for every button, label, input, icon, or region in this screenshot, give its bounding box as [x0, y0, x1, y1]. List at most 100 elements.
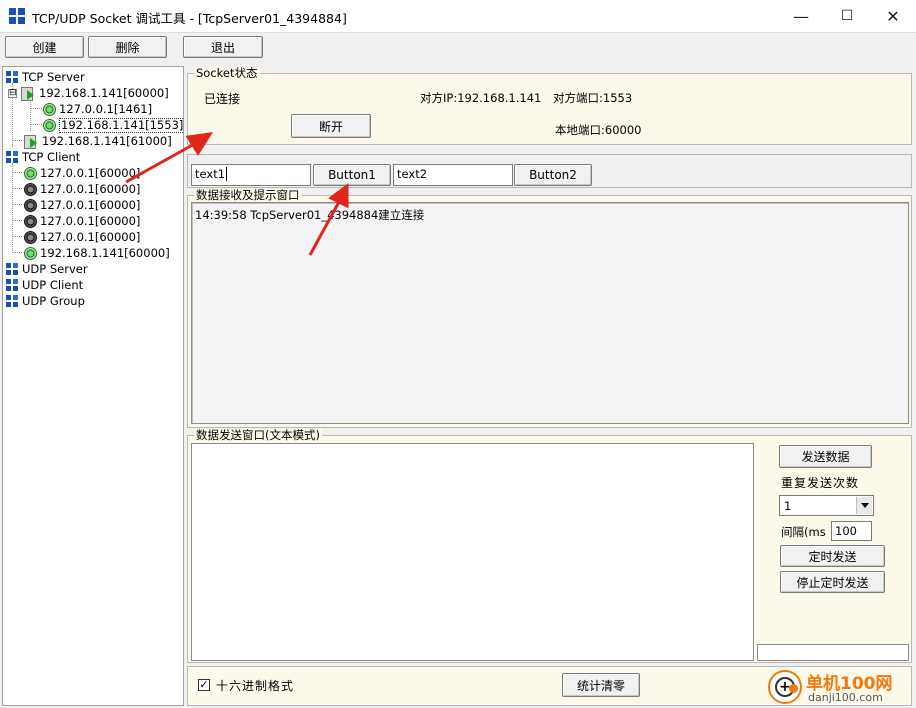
tree-item-label: 127.0.0.1[60000] [40, 230, 141, 244]
stop-timed-send-button[interactable]: 停止定时发送 [780, 571, 885, 593]
title-bar[interactable]: TCP/UDP Socket 调试工具 - [TcpServer01_43948… [0, 0, 916, 32]
tree-guide-line [12, 220, 22, 221]
tree-guide-line [30, 99, 31, 131]
tree-item-label: 192.168.1.141[1553] [59, 117, 184, 133]
connection-active-icon [24, 166, 37, 180]
repeat-count-select[interactable]: 1 [779, 495, 874, 516]
tree-item-connection[interactable]: 192.168.1.141[1553] [43, 117, 184, 133]
tree-guide-line [12, 236, 22, 237]
tree-item-label: 127.0.0.1[60000] [40, 182, 141, 196]
tree-item-client[interactable]: 127.0.0.1[60000] [24, 165, 140, 181]
create-button[interactable]: 创建 [5, 36, 84, 58]
send-legend: 数据发送窗口(文本模式) [194, 428, 322, 442]
tree-item-udp-server[interactable]: UDP Server [6, 261, 88, 277]
tree-item-client[interactable]: 127.0.0.1[60000] [24, 181, 140, 197]
toolbar: 创建 删除 退出 [0, 32, 916, 64]
tree-item-client[interactable]: 127.0.0.1[60000] [24, 229, 140, 245]
tree-guide-line [12, 163, 13, 253]
bottom-bar [187, 666, 912, 706]
interval-input[interactable]: 100 [831, 521, 872, 541]
app-logo-icon [9, 8, 25, 24]
hex-format-checkbox[interactable]: ✓ [198, 679, 210, 691]
text1-input[interactable]: text1 [191, 164, 311, 186]
tree-item-label: UDP Client [22, 278, 84, 292]
tree-item-client[interactable]: 127.0.0.1[60000] [24, 197, 140, 213]
connection-inactive-icon [24, 198, 37, 212]
socket-status-legend: Socket状态 [194, 66, 260, 80]
minimize-button[interactable]: — [778, 0, 824, 32]
close-icon: ✕ [886, 6, 900, 26]
connection-inactive-icon [24, 230, 37, 244]
tree-item-label: 192.168.1.141[61000] [42, 134, 172, 148]
tree-item-tcp-server[interactable]: TCP Server [6, 69, 85, 85]
tree-item-label: 127.0.0.1[60000] [40, 214, 141, 228]
checkmark-icon: ✓ [199, 678, 209, 691]
tree-item-label: TCP Client [22, 150, 81, 164]
tree-item-tcp-client[interactable]: TCP Client [6, 149, 80, 165]
udp-group-icon [6, 295, 18, 307]
log-line: 14:39:58 TcpServer01_4394884建立连接 [195, 208, 425, 222]
tree-item-udp-group[interactable]: UDP Group [6, 293, 85, 309]
interval-label: 间隔(ms [781, 525, 826, 539]
server-listening-icon [23, 134, 39, 149]
button2[interactable]: Button2 [514, 164, 592, 186]
tree-item-label: UDP Group [22, 294, 85, 308]
tree-guide-line [30, 108, 42, 109]
socket-tree[interactable]: TCP Server ⊟ 192.168.1.141[60000] 127.0.… [2, 66, 184, 706]
tree-guide-line [12, 188, 22, 189]
connection-active-icon [43, 102, 56, 116]
tree-item-udp-client[interactable]: UDP Client [6, 277, 83, 293]
tree-item-label: TCP Server [22, 70, 85, 84]
tree-item-server[interactable]: 192.168.1.141[61000] [23, 133, 172, 149]
connection-active-icon [43, 118, 56, 132]
tree-item-server[interactable]: ⊟ 192.168.1.141[60000] [8, 85, 169, 101]
connection-inactive-icon [24, 214, 37, 228]
tree-guide-line [12, 252, 22, 253]
tree-item-label: 127.0.0.1[1461] [59, 102, 153, 116]
timed-send-button[interactable]: 定时发送 [780, 545, 885, 567]
disconnect-button[interactable]: 断开 [291, 114, 371, 138]
send-textarea[interactable] [191, 443, 754, 661]
peer-port: 对方端口:1553 [553, 91, 633, 105]
maximize-icon: ☐ [840, 8, 854, 24]
local-port: 本地端口:60000 [555, 123, 642, 137]
tree-item-label: 192.168.1.141[60000] [39, 86, 169, 100]
peer-ip: 对方IP:192.168.1.141 [420, 91, 542, 105]
watermark-subtext: danji100.com [808, 691, 883, 704]
text2-input[interactable]: text2 [393, 164, 513, 186]
tree-item-label: 192.168.1.141[60000] [40, 246, 170, 260]
receive-legend: 数据接收及提示窗口 [194, 188, 302, 202]
tree-guide-line [12, 140, 22, 141]
collapse-icon[interactable]: ⊟ [8, 88, 17, 98]
udp-server-icon [6, 263, 18, 275]
watermark-logo-icon: + [768, 670, 802, 704]
tcp-server-icon [6, 71, 18, 83]
chevron-down-icon[interactable] [856, 497, 872, 514]
status-field [757, 644, 909, 661]
exit-button[interactable]: 退出 [183, 36, 263, 58]
tree-item-connection[interactable]: 127.0.0.1[1461] [43, 101, 152, 117]
tree-item-client[interactable]: 192.168.1.141[60000] [24, 245, 170, 261]
udp-client-icon [6, 279, 18, 291]
receive-log[interactable]: 14:39:58 TcpServer01_4394884建立连接 [191, 202, 909, 424]
tcp-client-icon [6, 151, 18, 163]
tree-item-client[interactable]: 127.0.0.1[60000] [24, 213, 140, 229]
tree-item-label: 127.0.0.1[60000] [40, 166, 141, 180]
minimize-icon: — [793, 6, 809, 26]
tree-item-label: UDP Server [22, 262, 88, 276]
clear-stats-button[interactable]: 统计清零 [562, 673, 640, 697]
repeat-count-label: 重复发送次数 [781, 476, 860, 490]
tree-guide-line [12, 172, 22, 173]
close-button[interactable]: ✕ [870, 0, 916, 32]
send-data-button[interactable]: 发送数据 [779, 445, 872, 468]
connection-state: 已连接 [204, 92, 241, 106]
hex-format-label: 十六进制格式 [216, 679, 295, 693]
delete-button[interactable]: 删除 [88, 36, 167, 58]
button1[interactable]: Button1 [313, 164, 391, 186]
tree-guide-line [12, 204, 22, 205]
connection-inactive-icon [24, 182, 37, 196]
window-title: TCP/UDP Socket 调试工具 - [TcpServer01_43948… [32, 11, 347, 26]
connection-active-icon [24, 246, 37, 260]
tree-item-label: 127.0.0.1[60000] [40, 198, 141, 212]
maximize-button[interactable]: ☐ [824, 0, 870, 32]
